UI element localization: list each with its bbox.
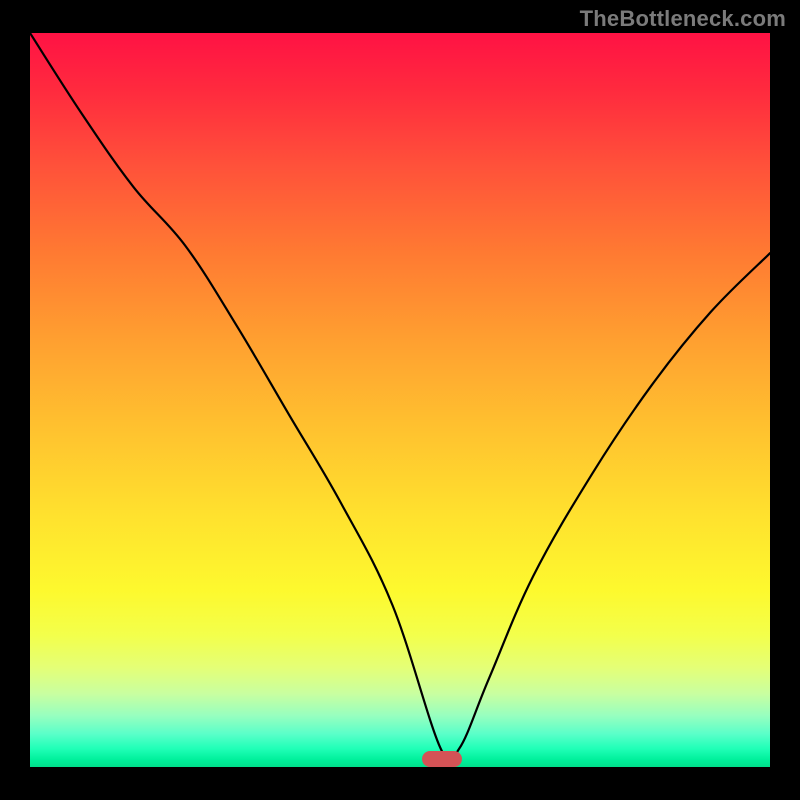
bottleneck-curve (30, 33, 770, 767)
bottleneck-marker (422, 751, 462, 767)
watermark-label: TheBottleneck.com (580, 6, 786, 32)
chart-container: TheBottleneck.com (0, 0, 800, 800)
plot-area (30, 33, 770, 767)
